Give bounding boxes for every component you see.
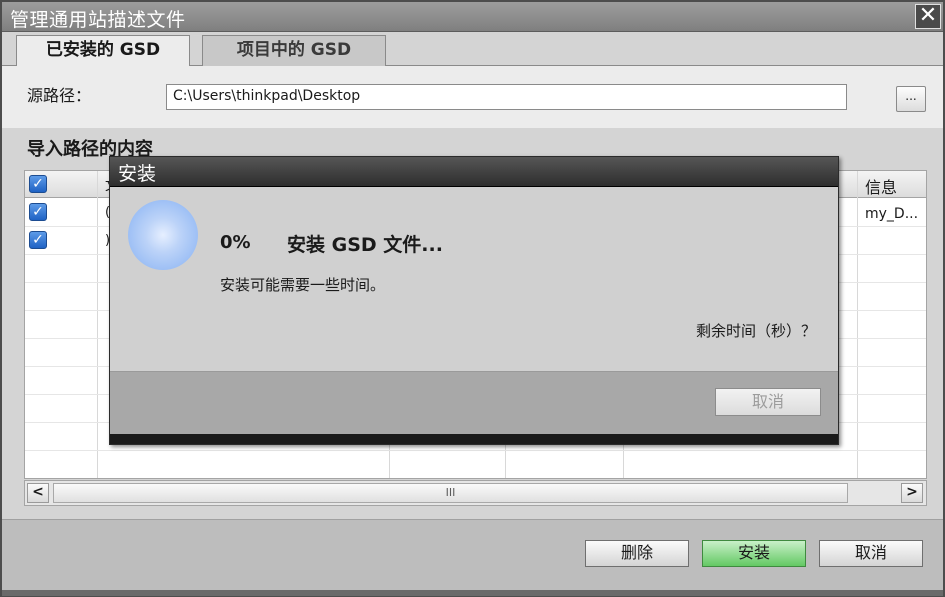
install-button[interactable]: 安装 xyxy=(702,540,806,567)
horizontal-scrollbar[interactable]: < III > xyxy=(24,480,927,506)
delete-button[interactable]: 删除 xyxy=(585,540,689,567)
install-progress-dialog: 安装 0% 安装 GSD 文件... 安装可能需要一些时间。 剩余时间（秒）？ … xyxy=(109,156,839,445)
remaining-time: 剩余时间（秒）？ xyxy=(695,322,816,340)
tab-installed-gsd[interactable]: 已安装的 GSD xyxy=(16,35,190,67)
scroll-thumb[interactable]: III xyxy=(53,483,848,503)
install-dialog-edge xyxy=(110,434,838,444)
source-path-label: 源路径： xyxy=(27,86,92,105)
browse-button[interactable]: ... xyxy=(896,86,926,112)
column-header-info: 信息 xyxy=(865,178,898,197)
progress-spinner-icon xyxy=(128,200,198,270)
tab-strip: 已安装的 GSD 项目中的 GSD xyxy=(2,32,943,67)
install-cancel-button[interactable]: 取消 xyxy=(715,388,821,416)
install-status-text: 安装 GSD 文件... xyxy=(287,234,443,256)
window-title: 管理通用站描述文件 xyxy=(10,9,186,31)
install-dialog-titlebar: 安装 xyxy=(110,157,838,187)
column-divider xyxy=(857,171,858,478)
footer-edge xyxy=(2,590,943,596)
cancel-button[interactable]: 取消 xyxy=(819,540,923,567)
row-checkbox[interactable]: ✓ xyxy=(29,231,47,249)
gsd-manager-window: 管理通用站描述文件 ✕ 已安装的 GSD 项目中的 GSD 源路径： C:\Us… xyxy=(0,0,945,597)
close-button[interactable]: ✕ xyxy=(915,4,941,29)
scroll-left-button[interactable]: < xyxy=(27,483,49,503)
install-dialog-title: 安装 xyxy=(118,163,157,185)
source-path-input[interactable]: C:\Users\thinkpad\Desktop xyxy=(166,84,847,110)
row-divider xyxy=(25,450,926,451)
source-path-panel: 源路径： C:\Users\thinkpad\Desktop ... xyxy=(2,66,943,128)
dialog-footer: 删除 安装 取消 xyxy=(2,519,943,596)
titlebar: 管理通用站描述文件 ✕ xyxy=(2,2,943,32)
select-all-checkbox[interactable]: ✓ xyxy=(29,175,47,193)
install-dialog-footer: 取消 xyxy=(110,371,838,434)
install-note: 安装可能需要一些时间。 xyxy=(220,276,386,294)
progress-percent: 0% xyxy=(220,232,251,253)
tab-project-gsd[interactable]: 项目中的 GSD xyxy=(202,35,386,66)
row-checkbox[interactable]: ✓ xyxy=(29,203,47,221)
scroll-right-button[interactable]: > xyxy=(901,483,923,503)
column-divider xyxy=(97,171,98,478)
row-info: my_D... xyxy=(865,206,919,222)
